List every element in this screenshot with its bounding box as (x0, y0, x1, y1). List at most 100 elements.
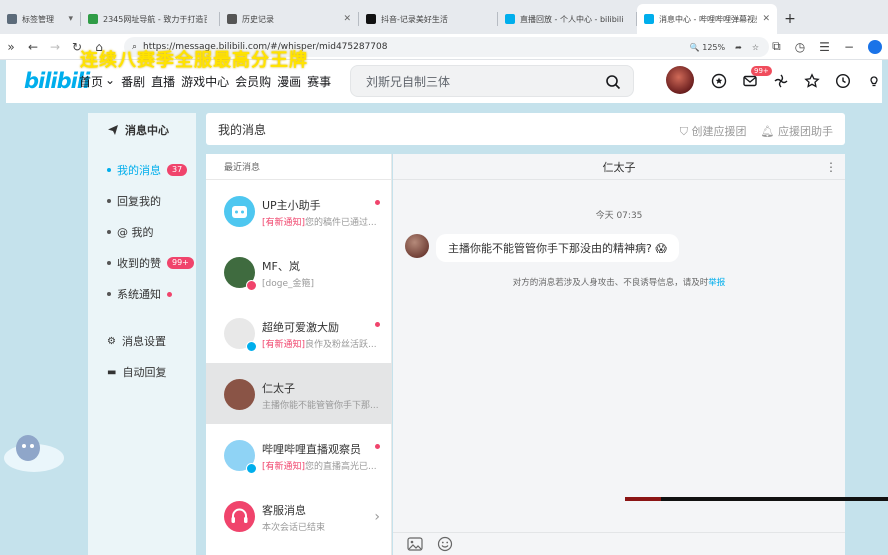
nav-item-6[interactable]: 赛事 (307, 73, 331, 90)
nav-item-1[interactable]: 番剧 (121, 73, 145, 90)
nav-item-4[interactable]: 会员购 (235, 73, 271, 90)
nav-item-0[interactable]: 首页 (79, 73, 103, 90)
session-item[interactable]: 超绝可爱激大励 [有新通知]良作及粉丝活跃... (206, 302, 392, 363)
search-box[interactable]: 刘斯兄自制三体 (350, 65, 634, 97)
session-preview-text: [doge_金箍] (262, 279, 314, 289)
more-options-icon[interactable]: ⋮ (825, 160, 837, 174)
session-item[interactable]: 仁太子主播你能不能管管你手下那... (206, 363, 392, 424)
report-link[interactable]: 举报 (708, 278, 725, 288)
session-item[interactable]: 哔哩哔哩直播观察员 [有新通知]您的直播高光已... (206, 424, 392, 485)
safety-notice: 对方的消息若涉及人身攻击、不良诱导信息，请及时举报 (393, 276, 845, 288)
unread-dot-icon (375, 200, 380, 205)
tab-favicon-icon (88, 14, 98, 24)
tab-label: 2345网址导航 - 致力于打造百年 (103, 14, 207, 24)
tab-label: 抖音-记录美好生活 (381, 14, 448, 24)
session-name: MF、岚 (262, 260, 300, 273)
tab-favicon-icon (505, 14, 515, 24)
emoji-icon[interactable] (437, 536, 453, 552)
fan-group-assistant-button[interactable]: 🔔︎ 应援团助手 (761, 123, 833, 139)
forward-icon[interactable]: → (44, 40, 66, 54)
browser-tab-5[interactable]: 消息中心 - 哔哩哔哩弹幕视频 ✕ (637, 4, 777, 34)
nav-item-5[interactable]: 漫画 (277, 73, 301, 90)
user-avatar[interactable] (666, 66, 694, 94)
sidebar-item-3[interactable]: 收到的赞 99+ (107, 255, 194, 271)
chat-title: 仁太子 (602, 160, 636, 174)
session-avatar (224, 379, 255, 410)
session-preview-text: 您的直播高光已... (305, 462, 377, 472)
creator-icon[interactable] (865, 72, 883, 90)
tab-label: 标签管理 (22, 14, 54, 24)
new-tab-icon[interactable]: + (777, 4, 803, 34)
dynamics-icon[interactable] (772, 72, 790, 90)
browser-tab-3[interactable]: 抖音-记录美好生活 (359, 4, 497, 34)
session-name: 超绝可爱激大励 (262, 321, 339, 334)
bookmark-star-icon[interactable]: ☆ (752, 43, 759, 52)
browser-tab-1[interactable]: 2345网址导航 - 致力于打造百年 (81, 4, 219, 34)
search-input[interactable]: 刘斯兄自制三体 (366, 73, 450, 90)
session-preview-text: 主播你能不能管管你手下那... (262, 401, 379, 411)
robot-face-icon (232, 206, 247, 218)
message-icon[interactable]: 99+ (741, 66, 772, 90)
favorites-icon[interactable] (803, 72, 821, 90)
tab-dropdown-icon[interactable]: ▾ (68, 14, 73, 24)
session-item[interactable]: UP主小助手 [有新通知]您的稿件已通过... (206, 180, 392, 241)
nav-item-3[interactable]: 游戏中心 (181, 73, 229, 90)
vip-icon[interactable] (710, 72, 728, 90)
sidebar-item-label: 系统通知 (117, 288, 161, 301)
safety-notice-text: 对方的消息若涉及人身攻击、不良诱导信息，请及时 (512, 278, 709, 288)
tab-close-icon[interactable]: ✕ (762, 14, 770, 24)
unread-badge: 99+ (167, 257, 194, 269)
sender-avatar[interactable] (405, 234, 429, 258)
sidebar-setting-1[interactable]: ▬ 自动回复 (107, 364, 166, 380)
back-icon[interactable]: ← (22, 40, 44, 54)
session-name: 仁太子 (262, 382, 295, 395)
verified-badge-icon (246, 463, 257, 474)
fan-group-assistant-label: 应援团助手 (778, 125, 833, 138)
create-fan-group-button[interactable]: ⛉ 创建应援团 (680, 123, 747, 139)
browser-tab-2[interactable]: 历史记录 ✕ (220, 4, 358, 34)
sidebar-item-label: 回复我的 (117, 195, 161, 208)
session-preview: [有新通知]良作及粉丝活跃... (262, 337, 382, 350)
profile-icon[interactable] (868, 39, 882, 54)
search-icon[interactable] (605, 74, 621, 90)
scream-emoji-icon: 😱 (655, 242, 667, 255)
session-preview: [doge_金箍] (262, 276, 382, 289)
chevron-right-icon: › (374, 509, 380, 525)
share-icon[interactable]: ➦ (735, 43, 742, 52)
browser-tab-bar: 标签管理 ▾ 2345网址导航 - 致力于打造百年 历史记录 ✕ 抖音-记录美好生活 直播回… (0, 0, 888, 34)
unread-dot-icon (375, 322, 380, 327)
session-name: 哔哩哔哩直播观察员 (262, 443, 361, 456)
browser-tab-0[interactable]: 标签管理 ▾ (0, 4, 80, 34)
session-name: 客服消息 (262, 504, 306, 517)
overlay-line-decoration (625, 497, 888, 501)
minimize-icon[interactable]: − (844, 40, 854, 54)
browser-tab-4[interactable]: 直播回放 - 个人中心 - bilibili li (498, 4, 636, 34)
chat-header: 仁太子 ⋮ (393, 154, 845, 180)
sidebar-item-1[interactable]: 回复我的 (107, 193, 161, 209)
bullet-icon (107, 292, 111, 296)
sidebar-item-4[interactable]: 系统通知 (107, 286, 172, 302)
chevron-down-icon[interactable]: ⌄ (105, 73, 115, 90)
chat-icon: ▬ (107, 366, 117, 378)
create-fan-group-label: 创建应援团 (691, 125, 747, 138)
extension-icon[interactable]: ⧉ (772, 39, 781, 54)
tab-favicon-icon (227, 14, 237, 24)
tab-label: 消息中心 - 哔哩哔哩弹幕视频 (659, 14, 758, 24)
nav-item-2[interactable]: 直播 (151, 73, 175, 90)
image-upload-icon[interactable] (407, 537, 423, 551)
session-item[interactable]: 客服消息 本次会话已结束 › (206, 485, 392, 546)
menu-icon[interactable]: ☰ (819, 40, 830, 54)
session-item[interactable]: MF、岚 [doge_金箍] (206, 241, 392, 302)
sidebar-setting-label: 自动回复 (122, 366, 167, 379)
sidebar-setting-0[interactable]: ⚙ 消息设置 (107, 333, 166, 349)
sidebar-toggle-icon[interactable]: » (0, 40, 22, 54)
message-bubble: 主播你能不能管管你手下那没由的精神病? 😱 (436, 234, 679, 262)
message-timestamp: 今天 07:35 (595, 211, 643, 221)
history-icon[interactable] (834, 72, 852, 90)
sidebar-item-2[interactable]: @ 我的 (107, 224, 154, 240)
sidebar-item-0[interactable]: 我的消息 37 (107, 162, 188, 178)
zoom-level[interactable]: 🔍 125% (690, 43, 725, 52)
tab-close-icon[interactable]: ✕ (343, 14, 351, 24)
verified-badge-icon (246, 341, 257, 352)
history-icon[interactable]: ◷ (795, 40, 805, 54)
